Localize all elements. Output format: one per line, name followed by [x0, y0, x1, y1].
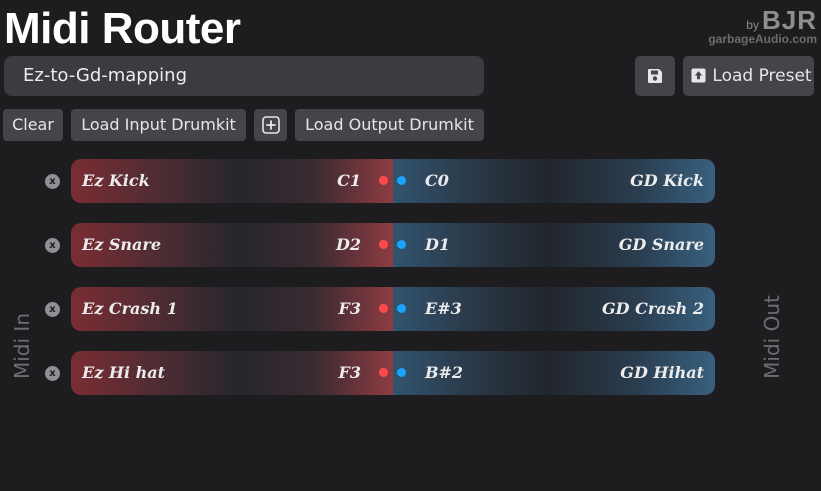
mapping-row: x Ez Kick C1 C0 GD Kick — [45, 159, 715, 203]
input-note: C1 — [337, 171, 361, 190]
close-icon[interactable]: x — [45, 238, 60, 253]
brand-site: garbageAudio.com — [708, 32, 817, 46]
close-icon[interactable]: x — [45, 174, 60, 189]
input-note: F3 — [338, 299, 362, 318]
brand-logo: by BJR garbageAudio.com — [708, 5, 817, 46]
input-drum-name: Ez Crash 1 — [82, 299, 178, 318]
input-note: F3 — [338, 363, 362, 382]
upload-icon — [691, 68, 706, 83]
load-preset-label: Load Preset — [712, 66, 812, 86]
load-preset-button[interactable]: Load Preset — [683, 56, 814, 96]
output-note: D1 — [425, 235, 451, 254]
output-port-dot[interactable] — [397, 176, 406, 185]
brand-name: BJR — [761, 5, 817, 35]
save-button[interactable] — [635, 56, 675, 96]
output-drum-name: GD Kick — [630, 171, 704, 190]
plus-square-icon — [261, 116, 280, 134]
input-note: D2 — [335, 235, 361, 254]
output-note: C0 — [425, 171, 449, 190]
midi-in-label: Midi In — [10, 313, 34, 379]
input-port-dot[interactable] — [379, 176, 388, 185]
output-port-dot[interactable] — [397, 240, 406, 249]
output-port-dot[interactable] — [397, 368, 406, 377]
input-drum-name: Ez Hi hat — [82, 363, 166, 382]
input-port-dot[interactable] — [379, 240, 388, 249]
close-icon[interactable]: x — [45, 366, 60, 381]
input-port-dot[interactable] — [379, 304, 388, 313]
midi-out-label: Midi Out — [760, 295, 784, 379]
input-port-dot[interactable] — [379, 368, 388, 377]
output-port-dot[interactable] — [397, 304, 406, 313]
output-note: E#3 — [425, 299, 462, 318]
load-input-drumkit-button[interactable]: Load Input Drumkit — [71, 109, 246, 141]
output-drum-name: GD Snare — [618, 235, 704, 254]
close-icon[interactable]: x — [45, 302, 60, 317]
output-note: B#2 — [425, 363, 464, 382]
input-drum-name: Ez Kick — [82, 171, 150, 190]
mapping-row: x Ez Snare D2 D1 GD Snare — [45, 223, 715, 267]
add-mapping-button[interactable] — [254, 109, 287, 141]
clear-button[interactable]: Clear — [3, 109, 63, 141]
brand-by: by — [746, 18, 759, 32]
mapping-row: x Ez Crash 1 F3 E#3 GD Crash 2 — [45, 287, 715, 331]
output-drum-name: GD Hihat — [620, 363, 704, 382]
preset-name-field[interactable]: Ez-to-Gd-mapping — [4, 56, 484, 96]
app-title: Midi Router — [4, 4, 241, 53]
mapping-row: x Ez Hi hat F3 B#2 GD Hihat — [45, 351, 715, 395]
output-drum-name: GD Crash 2 — [602, 299, 704, 318]
input-drum-name: Ez Snare — [82, 235, 162, 254]
save-icon — [648, 69, 662, 83]
load-output-drumkit-button[interactable]: Load Output Drumkit — [295, 109, 484, 141]
